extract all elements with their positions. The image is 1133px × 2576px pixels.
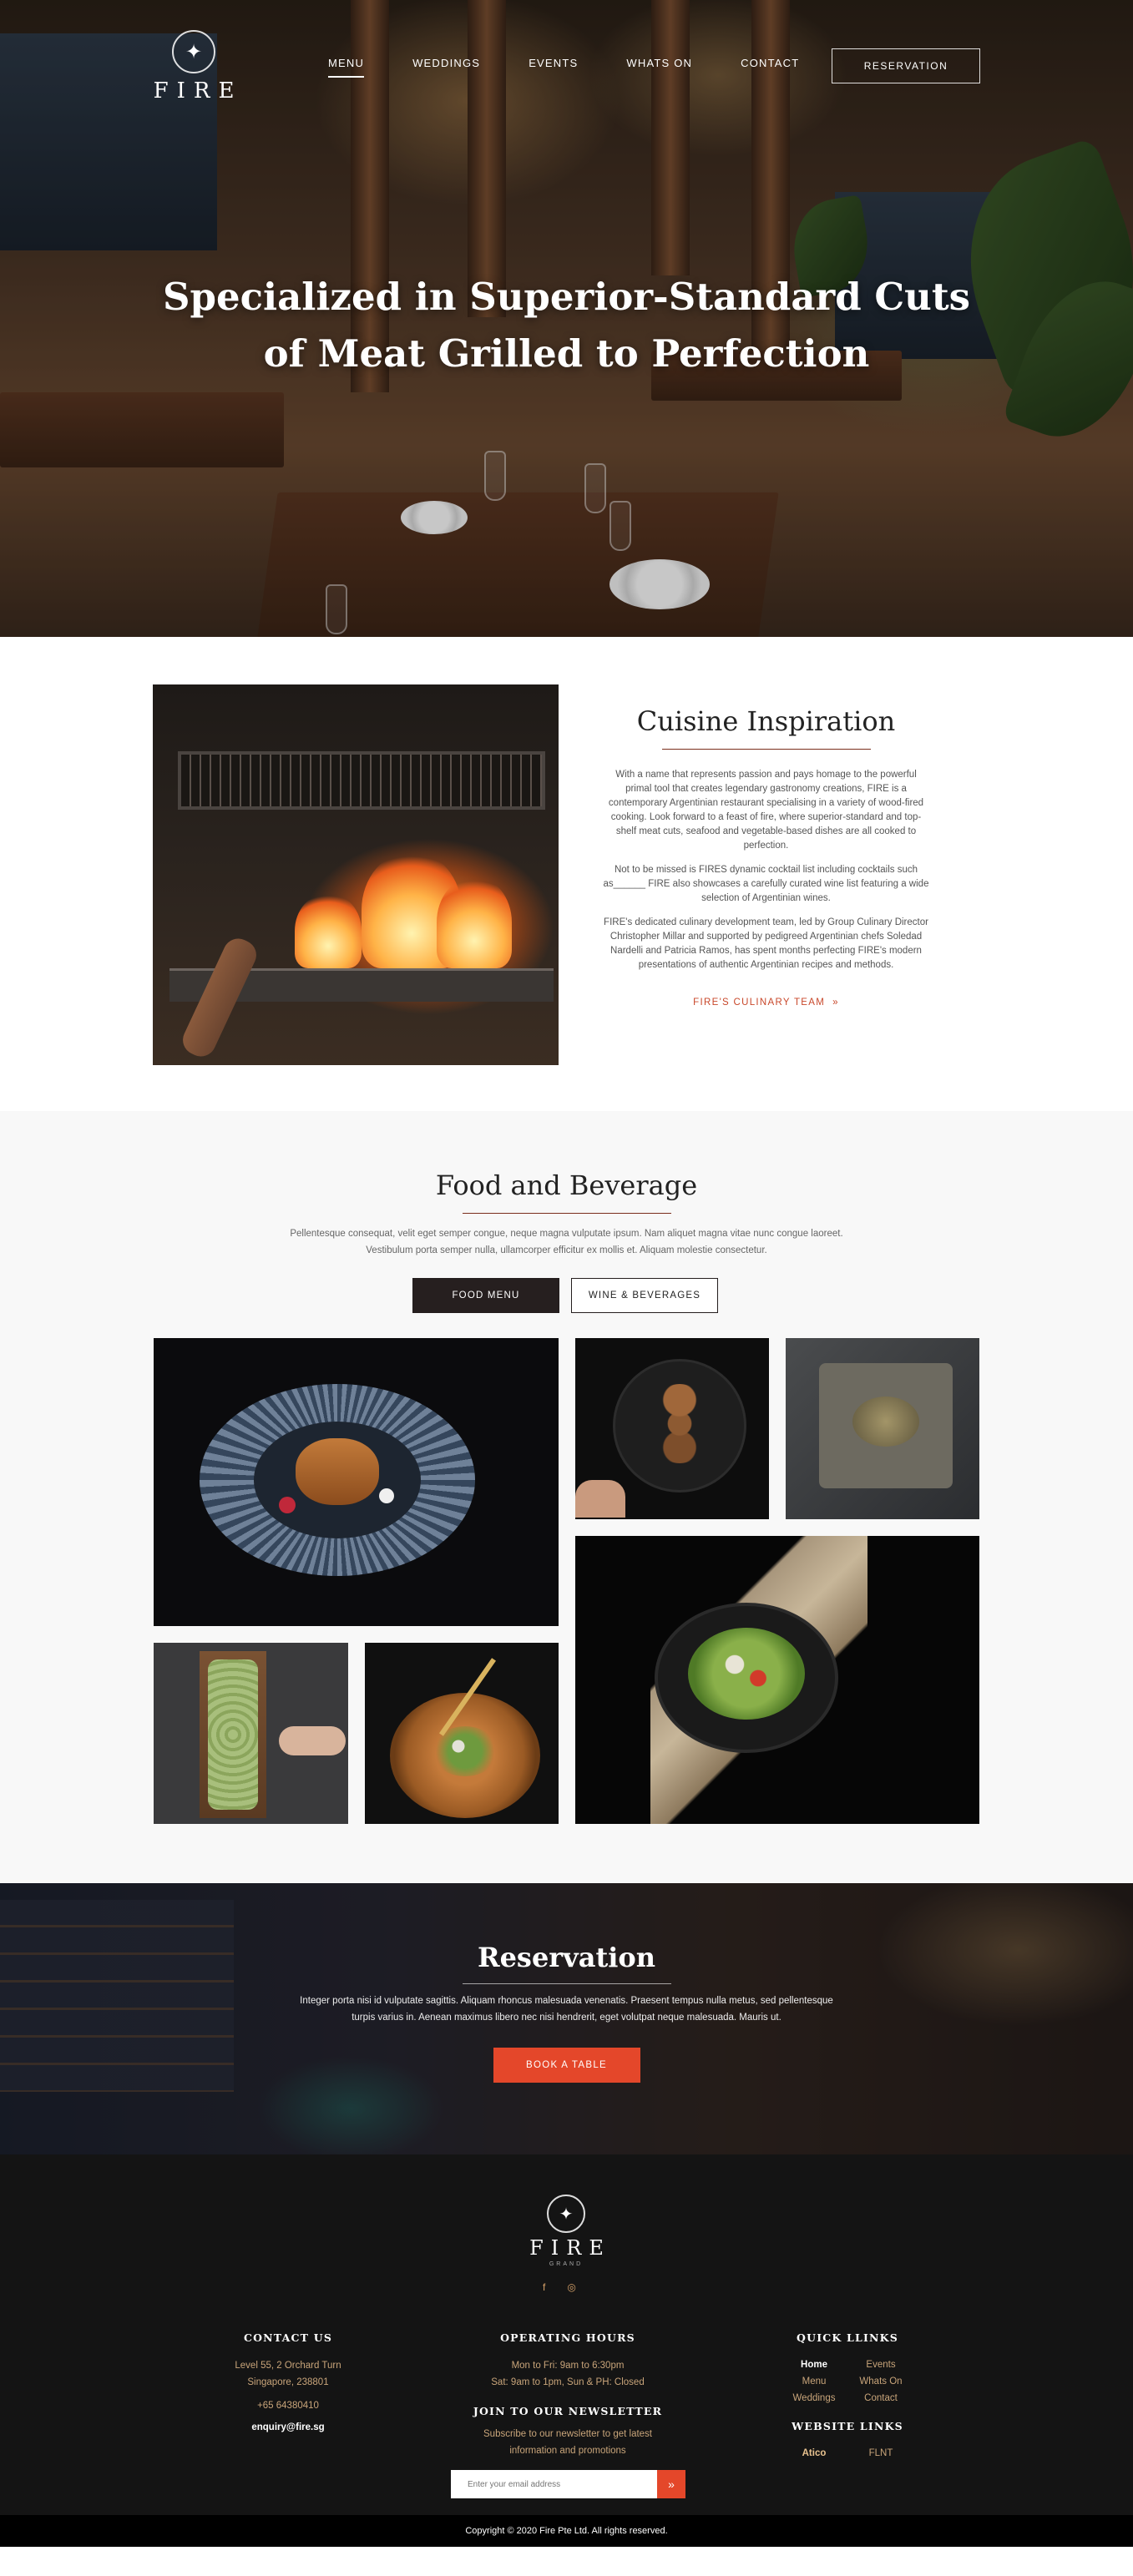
footer-quick-links: QUICK LLINKS Home Events Menu Whats On W… <box>781 2331 914 2406</box>
footer-hours: OPERATING HOURS Mon to Fri: 9am to 6:30p… <box>443 2331 693 2391</box>
cuisine-section: Cuisine Inspiration With a name that rep… <box>0 637 1133 1111</box>
copyright-text: Copyright © 2020 Fire Pte Ltd. All right… <box>465 2526 668 2536</box>
nav-item-weddings[interactable]: WEDDINGS <box>412 57 480 78</box>
nav-item-contact[interactable]: CONTACT <box>741 57 799 78</box>
hero-section: ✦ FIRE MENU WEDDINGS EVENTS WHATS ON CON… <box>0 0 1133 637</box>
top-navigation: ✦ FIRE MENU WEDDINGS EVENTS WHATS ON CON… <box>0 0 1133 109</box>
title-divider <box>462 1213 671 1214</box>
footer-link-events[interactable]: Events <box>847 2357 914 2372</box>
flame <box>295 893 362 968</box>
dish-photo-fork[interactable] <box>365 1643 559 1824</box>
website-links-heading: WEBSITE LINKS <box>792 2420 903 2432</box>
facebook-icon[interactable]: f <box>543 2281 545 2293</box>
website-links-grid: Atico FLNT <box>781 2446 914 2461</box>
food-beverage-section: Food and Beverage Pellentesque consequat… <box>0 1111 1133 1883</box>
website-link-flnt[interactable]: FLNT <box>847 2446 914 2461</box>
hours-line-2: Sat: 9am to 1pm, Sun & PH: Closed <box>491 2377 645 2387</box>
footer-link-weddings[interactable]: Weddings <box>781 2391 847 2406</box>
copyright-bar: Copyright © 2020 Fire Pte Ltd. All right… <box>0 2515 1133 2547</box>
flame <box>437 876 512 968</box>
footer-link-whats-on[interactable]: Whats On <box>847 2374 914 2389</box>
newsletter-form: » <box>451 2470 685 2498</box>
footer-link-home[interactable]: Home <box>781 2357 847 2372</box>
fnb-header: Food and Beverage Pellentesque consequat… <box>0 1169 1133 1259</box>
newsletter-submit-button[interactable]: » <box>657 2470 685 2498</box>
quick-links-grid: Home Events Menu Whats On Weddings Conta… <box>781 2357 914 2406</box>
dish-photo-salad[interactable] <box>575 1536 979 1824</box>
reservation-content: Reservation Integer porta nisi id vulput… <box>0 1942 1133 2083</box>
logo-wordmark: FIRE <box>153 78 243 104</box>
book-table-button[interactable]: BOOK A TABLE <box>493 2048 640 2083</box>
footer-logo-wordmark: FIRE <box>529 2236 611 2260</box>
hours-line-1: Mon to Fri: 9am to 6:30pm <box>511 2361 625 2371</box>
fnb-description: Pellentesque consequat, velit eget sempe… <box>290 1229 843 1255</box>
social-links: f ◎ <box>543 2281 576 2293</box>
hero-title-line-2: of Meat Grilled to Perfection <box>263 331 870 376</box>
double-chevron-right-icon: » <box>828 998 839 1008</box>
compass-star-icon: ✦ <box>172 30 215 73</box>
footer-website-links: WEBSITE LINKS Atico FLNT <box>781 2420 914 2461</box>
grill-grate <box>178 751 545 810</box>
reservation-description: Integer porta nisi id vulputate sagittis… <box>300 1996 833 2023</box>
footer-contact: CONTACT US Level 55, 2 Orchard Turn Sing… <box>192 2331 384 2436</box>
contact-address-line-1: Level 55, 2 Orchard Turn <box>235 2361 341 2371</box>
tab-food-menu[interactable]: FOOD MENU <box>412 1278 559 1313</box>
hero-title: Specialized in Superior-Standard Cuts of… <box>0 269 1133 382</box>
site-logo[interactable]: ✦ FIRE <box>144 30 244 104</box>
footer-logo[interactable]: ✦ FIRE GRAND <box>516 2195 616 2267</box>
dish-photo-skewer[interactable] <box>575 1338 769 1519</box>
newsletter-heading: JOIN TO OUR NEWSLETTER <box>473 2405 663 2417</box>
footer-link-contact[interactable]: Contact <box>847 2391 914 2406</box>
fnb-title: Food and Beverage <box>435 1169 698 1201</box>
title-divider <box>661 749 871 750</box>
contact-heading: CONTACT US <box>243 2331 333 2344</box>
reservation-section: Reservation Integer porta nisi id vulput… <box>0 1883 1133 2154</box>
double-chevron-right-icon: » <box>668 2478 675 2491</box>
menu-tabs: FOOD MENU WINE & BEVERAGES <box>412 1278 718 1313</box>
reservation-title: Reservation <box>477 1942 656 1973</box>
contact-address-line-2: Singapore, 238801 <box>247 2377 329 2387</box>
site-footer: ✦ FIRE GRAND f ◎ CONTACT US Level 55, 2 … <box>0 2154 1133 2547</box>
culinary-team-link[interactable]: FIRE'S CULINARY TEAM » <box>693 998 839 1008</box>
cuisine-paragraph-2: Not to be missed is FIRES dynamic cockta… <box>603 865 929 903</box>
quick-links-heading: QUICK LLINKS <box>797 2331 898 2344</box>
nav-item-menu[interactable]: MENU <box>328 57 365 78</box>
cuisine-paragraph-3: FIRE's dedicated culinary development te… <box>604 917 928 970</box>
dish-photo-dessert[interactable] <box>154 1338 559 1626</box>
nav-item-whats-on[interactable]: WHATS ON <box>626 57 692 78</box>
nav-item-events[interactable]: EVENTS <box>529 57 578 78</box>
culinary-team-link-label: FIRE'S CULINARY TEAM <box>693 998 826 1008</box>
dish-photo-plating[interactable] <box>154 1643 348 1824</box>
website-link-atico[interactable]: Atico <box>781 2446 847 2461</box>
tab-wine-beverages[interactable]: WINE & BEVERAGES <box>571 1278 718 1313</box>
dish-photo-crab[interactable] <box>786 1338 979 1519</box>
footer-newsletter: JOIN TO OUR NEWSLETTER Subscribe to our … <box>443 2405 693 2459</box>
footer-logo-tagline: GRAND <box>549 2261 584 2267</box>
contact-phone[interactable]: +65 64380410 <box>192 2397 384 2414</box>
title-divider <box>462 1983 671 1984</box>
cuisine-text-block: Cuisine Inspiration With a name that rep… <box>601 705 931 1009</box>
reservation-button[interactable]: RESERVATION <box>832 48 980 83</box>
cuisine-title: Cuisine Inspiration <box>636 705 896 737</box>
newsletter-text-line-2: information and promotions <box>509 2446 626 2456</box>
contact-email[interactable]: enquiry@fire.sg <box>192 2419 384 2436</box>
grill-fire-image <box>153 684 559 1065</box>
main-menu: MENU WEDDINGS EVENTS WHATS ON CONTACT <box>328 57 847 78</box>
hours-heading: OPERATING HOURS <box>500 2331 635 2344</box>
instagram-icon[interactable]: ◎ <box>567 2281 575 2293</box>
hero-title-line-1: Specialized in Superior-Standard Cuts <box>162 275 971 319</box>
newsletter-text-line-1: Subscribe to our newsletter to get lates… <box>483 2429 652 2439</box>
cuisine-paragraph-1: With a name that represents passion and … <box>608 770 924 851</box>
compass-star-icon: ✦ <box>547 2195 585 2233</box>
footer-link-menu[interactable]: Menu <box>781 2374 847 2389</box>
newsletter-email-input[interactable] <box>451 2470 657 2498</box>
